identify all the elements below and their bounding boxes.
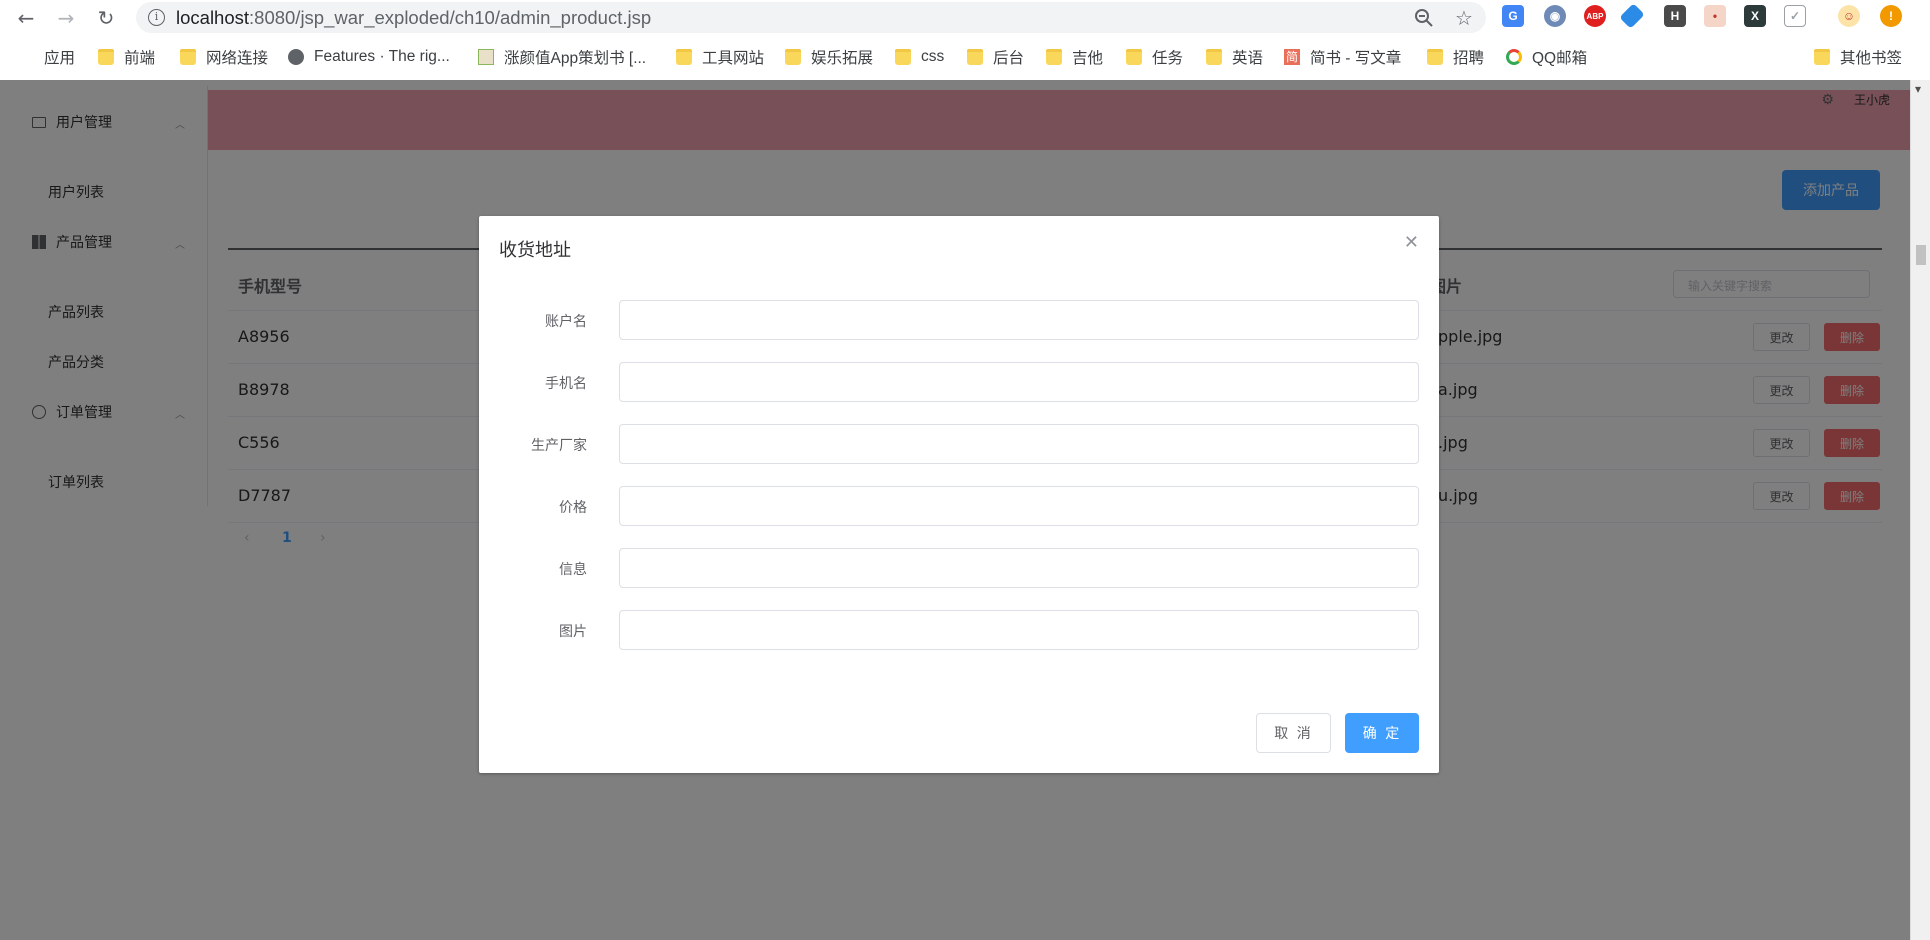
bookmarks-bar: 应用 前端 网络连接 Features · The rig... 涨颜值App策… <box>0 41 1930 73</box>
avatar-icon[interactable]: ☺ <box>1838 5 1860 27</box>
adblock-plus-icon[interactable]: ABP <box>1584 5 1606 27</box>
field-label-phone: 手机名 <box>545 376 587 392</box>
forward-arrow-icon[interactable]: → <box>52 4 80 32</box>
warning-icon[interactable]: ! <box>1880 5 1902 27</box>
qqmail-icon <box>1506 49 1522 65</box>
folder-icon <box>180 49 196 65</box>
browser-toolbar: ← → ↻ i localhost:8080/jsp_war_exploded/… <box>0 0 1930 36</box>
bookmark-qqmail[interactable]: QQ邮箱 <box>1506 45 1587 69</box>
scroll-up-icon[interactable]: ▾ <box>1915 82 1921 96</box>
folder-icon <box>1814 49 1830 65</box>
bookmark-tools[interactable]: 工具网站 <box>676 45 764 69</box>
shield-icon[interactable]: ✓ <box>1784 5 1806 27</box>
x-icon[interactable]: X <box>1744 5 1766 27</box>
address-dialog: 收货地址 ✕ 账户名 手机名 生产厂家 价格 信息 图片 取 消 确 定 <box>479 216 1439 773</box>
folder-icon <box>785 49 801 65</box>
h-icon[interactable]: H <box>1664 5 1686 27</box>
url-text[interactable]: localhost:8080/jsp_war_exploded/ch10/adm… <box>176 7 651 29</box>
bookmark-css[interactable]: css <box>895 45 944 69</box>
page-scrollbar[interactable]: ▾ <box>1910 80 1930 940</box>
scrollbar-thumb[interactable] <box>1916 245 1926 265</box>
field-label-price: 价格 <box>559 500 587 516</box>
bookmark-backend[interactable]: 后台 <box>967 45 1024 69</box>
bookmark-star-icon[interactable]: ☆ <box>1452 6 1476 30</box>
field-label-info: 信息 <box>559 562 587 578</box>
folder-icon <box>895 49 911 65</box>
globe-icon <box>288 49 304 65</box>
bookmark-entertainment[interactable]: 娱乐拓展 <box>785 45 873 69</box>
apps-grid-icon <box>18 49 34 65</box>
folder-icon <box>98 49 114 65</box>
google-translate-icon[interactable]: G <box>1502 5 1524 27</box>
bookmark-guitar[interactable]: 吉他 <box>1046 45 1103 69</box>
cancel-button[interactable]: 取 消 <box>1256 713 1331 753</box>
notebook-icon <box>478 49 494 65</box>
bookmark-network[interactable]: 网络连接 <box>180 45 268 69</box>
folder-icon <box>1206 49 1222 65</box>
bookmark-frontend[interactable]: 前端 <box>98 45 155 69</box>
folder-icon <box>1046 49 1062 65</box>
person-icon[interactable]: • <box>1704 5 1726 27</box>
field-label-image: 图片 <box>559 624 587 640</box>
bookmark-jianshu[interactable]: 简简书 - 写文章 <box>1284 45 1401 69</box>
confirm-button[interactable]: 确 定 <box>1345 713 1419 753</box>
field-label-account: 账户名 <box>545 314 587 330</box>
address-bar[interactable]: i localhost:8080/jsp_war_exploded/ch10/a… <box>136 2 1486 33</box>
folder-icon <box>676 49 692 65</box>
info-input[interactable] <box>619 548 1419 588</box>
bookmark-features[interactable]: Features · The rig... <box>288 45 450 69</box>
image-input[interactable] <box>619 610 1419 650</box>
price-input[interactable] <box>619 486 1419 526</box>
bookmark-other[interactable]: 其他书签 <box>1814 45 1902 69</box>
bookmark-tasks[interactable]: 任务 <box>1126 45 1183 69</box>
bookmark-app-plan[interactable]: 涨颜值App策划书 [... <box>478 45 646 69</box>
folder-icon <box>967 49 983 65</box>
field-label-manufacturer: 生产厂家 <box>531 438 587 454</box>
opera-icon[interactable]: ◉ <box>1544 5 1566 27</box>
close-icon[interactable]: ✕ <box>1404 232 1419 253</box>
zoom-icon[interactable] <box>1412 6 1436 30</box>
phone-name-input[interactable] <box>619 362 1419 402</box>
bookmark-english[interactable]: 英语 <box>1206 45 1263 69</box>
bookmark-apps[interactable]: 应用 <box>18 45 75 69</box>
manufacturer-input[interactable] <box>619 424 1419 464</box>
jianshu-icon: 简 <box>1284 49 1300 65</box>
account-name-input[interactable] <box>619 300 1419 340</box>
tag-icon[interactable] <box>1619 3 1645 29</box>
back-arrow-icon[interactable]: ← <box>12 4 40 32</box>
folder-icon <box>1427 49 1443 65</box>
dialog-title: 收货地址 <box>499 240 571 261</box>
info-icon[interactable]: i <box>148 9 165 26</box>
folder-icon <box>1126 49 1142 65</box>
bookmark-jobs[interactable]: 招聘 <box>1427 45 1484 69</box>
reload-icon[interactable]: ↻ <box>92 4 120 32</box>
